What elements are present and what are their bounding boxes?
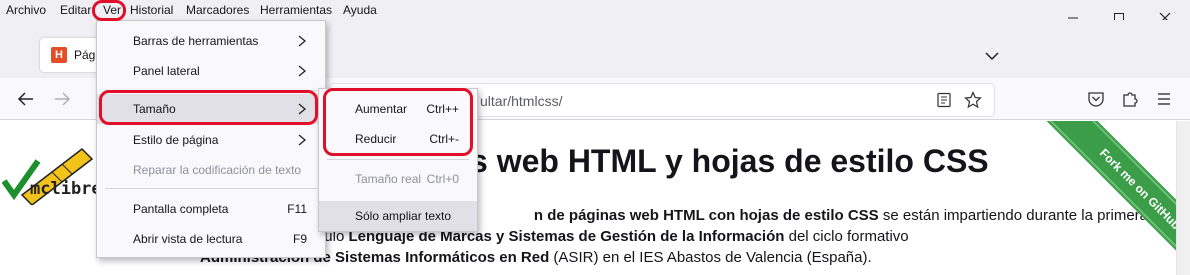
menu-item-label: Reparar la codificación de texto: [133, 163, 302, 177]
menu-archivo[interactable]: Archivo: [6, 3, 46, 17]
forward-button[interactable]: [52, 89, 72, 109]
menu-item-reset-zoom: Tamaño real Ctrl+0: [319, 164, 477, 194]
list-all-tabs-button[interactable]: [982, 46, 1002, 66]
back-arrow-icon: [17, 92, 33, 106]
menu-item-repair-encoding: Reparar la codificación de texto: [97, 155, 325, 185]
hamburger-menu-icon: [1158, 93, 1170, 105]
vertical-scrollbar[interactable]: [1176, 121, 1190, 275]
menu-item-label: Aumentar: [355, 102, 408, 116]
menu-item-zoom[interactable]: Tamaño: [97, 94, 325, 124]
menu-item-toolbars[interactable]: Barras de herramientas: [97, 26, 325, 56]
menu-item-reader-view[interactable]: Abrir vista de lectura F9: [97, 224, 325, 254]
menu-item-shortcut: Ctrl+-: [429, 132, 459, 146]
pocket-button[interactable]: [1086, 89, 1106, 109]
menu-herramientas[interactable]: Herramientas: [260, 3, 332, 17]
menu-item-label: Estilo de página: [133, 133, 219, 147]
chevron-right-icon: [298, 103, 307, 115]
menu-item-sidebar[interactable]: Panel lateral: [97, 56, 325, 86]
html5-icon: H: [51, 47, 67, 63]
site-logo-text[interactable]: mclibre: [30, 179, 102, 199]
forward-arrow-icon: [55, 92, 71, 106]
para-text-1: se están impartiendo durante la primera: [878, 207, 1148, 224]
menu-item-zoom-text-only[interactable]: Sólo ampliar texto: [319, 201, 477, 231]
para-text-2: del ciclo formativo: [784, 228, 909, 245]
menu-item-label: Panel lateral: [133, 64, 200, 78]
menu-item-shortcut: Ctrl++: [426, 102, 459, 116]
chevron-right-icon: [298, 35, 307, 47]
view-menu: Barras de herramientas Panel lateral Tam…: [96, 20, 326, 258]
menu-editar[interactable]: Editar: [60, 3, 91, 17]
menu-historial[interactable]: Historial: [130, 3, 173, 17]
menu-item-label: Pantalla completa: [133, 202, 229, 216]
menu-item-label: Tamaño real: [355, 172, 422, 186]
menu-item-label: Barras de herramientas: [133, 34, 259, 48]
menu-separator: [105, 90, 317, 91]
menu-item-label: Abrir vista de lectura: [133, 232, 243, 246]
menu-item-label: Reducir: [355, 132, 397, 146]
menu-item-shortcut: F9: [292, 232, 307, 246]
zoom-submenu: Aumentar Ctrl++ Reducir Ctrl+- Tamaño re…: [318, 88, 478, 232]
back-button[interactable]: [16, 89, 36, 109]
menu-marcadores[interactable]: Marcadores: [186, 3, 249, 17]
puzzle-icon: [1123, 92, 1138, 107]
menu-item-zoom-in[interactable]: Aumentar Ctrl++: [319, 94, 477, 124]
reader-view-icon[interactable]: [936, 92, 952, 108]
app-menu-button[interactable]: [1154, 89, 1174, 109]
menu-item-label: Sólo ampliar texto: [355, 209, 452, 223]
menu-ayuda[interactable]: Ayuda: [343, 3, 377, 17]
bookmark-star-icon[interactable]: [964, 91, 982, 109]
extensions-button[interactable]: [1120, 89, 1140, 109]
menu-separator: [327, 159, 469, 160]
chevron-right-icon: [298, 134, 307, 146]
pocket-icon: [1088, 92, 1104, 107]
menu-item-shortcut: F11: [287, 202, 307, 216]
url-text: ultar/htmlcss/: [480, 93, 563, 109]
menu-ver[interactable]: Ver: [103, 3, 121, 17]
menu-item-page-style[interactable]: Estilo de página: [97, 125, 325, 155]
para-text-3: (ASIR) en el IES Abastos de Valencia (Es…: [549, 249, 872, 266]
chevron-down-icon: [985, 52, 999, 61]
tab-title: Pági: [74, 48, 99, 62]
menu-bar: Archivo Editar Ver Historial Marcadores …: [0, 0, 1190, 20]
chevron-right-icon: [298, 65, 307, 77]
menu-item-shortcut: Ctrl+0: [426, 172, 459, 186]
menu-separator: [105, 188, 317, 189]
menu-item-label: Tamaño: [133, 102, 176, 116]
menu-item-zoom-out[interactable]: Reducir Ctrl+-: [319, 124, 477, 154]
page-title: s web HTML y hojas de estilo CSS: [470, 143, 989, 179]
para-bold-1: n de páginas web HTML con hojas de estil…: [533, 207, 879, 224]
menu-item-fullscreen[interactable]: Pantalla completa F11: [97, 194, 325, 224]
